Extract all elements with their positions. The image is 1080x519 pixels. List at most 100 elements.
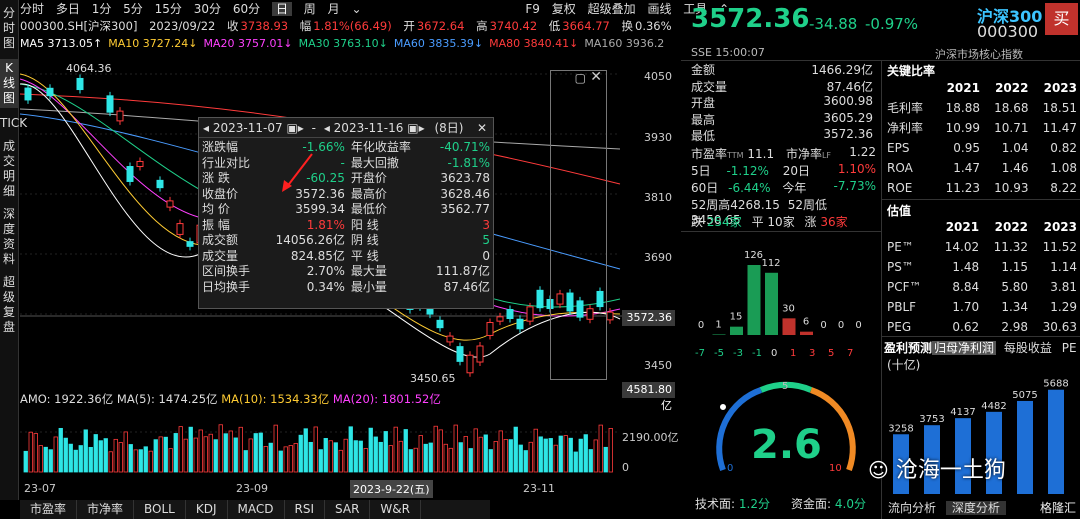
volume-bar: [523, 450, 528, 473]
close-icon[interactable]: ✕: [590, 69, 602, 85]
returns-line-2: 60日 -6.44% 今年 -7.73%: [691, 179, 876, 195]
volume-bar: [453, 424, 458, 473]
indicator-tab[interactable]: SAR: [325, 500, 371, 519]
volume-bar: [348, 426, 353, 473]
histogram-bar: [712, 334, 726, 335]
bar-date: 2023/09/22: [149, 19, 216, 33]
low-value: 3664.77: [562, 19, 610, 33]
period-tab[interactable]: 月: [328, 2, 340, 16]
forecast-value: 4482: [981, 401, 1006, 412]
volume-bar: [593, 439, 598, 473]
volume-bar: [88, 446, 93, 473]
draw-button[interactable]: 画线: [647, 2, 671, 16]
chevron-left-icon[interactable]: ◂: [203, 121, 209, 135]
trade-button[interactable]: 买: [1045, 3, 1078, 35]
ma-item: MA160 3936.2: [584, 37, 665, 50]
ma-item: MA60 3835.39↓: [393, 37, 484, 50]
forecast-tab-netprofit[interactable]: 归母净利润: [932, 341, 997, 355]
period-tab[interactable]: 分时: [20, 2, 44, 16]
histogram-label: -1: [752, 348, 762, 359]
stats-label: 振 幅: [202, 217, 230, 232]
stats-row: 成交额 14056.26亿阴 线 5: [199, 233, 493, 249]
volume-bar: [293, 443, 298, 473]
pct-change: -0.97%: [865, 15, 919, 33]
period-tab[interactable]: 多日: [56, 2, 80, 16]
stats-label: 开盘价: [350, 171, 387, 185]
chevron-left-icon[interactable]: ◂: [324, 121, 330, 135]
range-start[interactable]: 2023-11-07: [213, 121, 283, 135]
selection-frame[interactable]: ▢ ✕: [550, 69, 607, 380]
volume-bar: [518, 444, 523, 473]
forecast-tab-pe[interactable]: PE: [1062, 341, 1077, 355]
volume-bar: [328, 440, 333, 473]
tab-trades[interactable]: 成交明细: [0, 139, 18, 199]
chevron-right-icon[interactable]: ▸: [419, 121, 425, 135]
calendar-icon[interactable]: ▣: [286, 121, 297, 135]
period-tab[interactable]: 5分: [123, 2, 143, 16]
period-tab[interactable]: 60分: [233, 2, 260, 16]
indicator-tab[interactable]: 市净率: [77, 500, 135, 519]
candle: [506, 308, 514, 320]
volume-bar: [138, 449, 143, 473]
histogram-label: -3: [733, 348, 743, 359]
period-tab[interactable]: 30分: [194, 2, 221, 16]
f9-button[interactable]: F9: [525, 2, 540, 16]
stock-code: 000300.SH[沪深300]: [20, 19, 138, 33]
chg-label: 幅: [299, 19, 312, 33]
tab-tick[interactable]: TICK: [0, 116, 27, 131]
stats-label: 阴 线: [350, 233, 379, 247]
y-tick: 3810: [644, 191, 672, 204]
tab-depth[interactable]: 深度资料: [0, 207, 18, 267]
stats-label: 阳 线: [350, 217, 379, 232]
stat-value: 1466.29亿: [811, 63, 873, 77]
range-end[interactable]: 2023-11-16: [334, 121, 404, 135]
volume-bar: [108, 451, 113, 473]
ma-item: MA20 3757.01↓: [203, 37, 293, 50]
histogram-value: 0: [698, 320, 704, 331]
tab-fenshi[interactable]: 分时图: [0, 6, 18, 51]
tab-replay[interactable]: 超级复盘: [0, 275, 18, 335]
volume-bar: [363, 448, 368, 473]
high-value: 3740.42: [489, 19, 538, 33]
period-tab[interactable]: 1分: [92, 2, 112, 16]
volume-bar: [333, 442, 338, 473]
volume-bar: [38, 445, 43, 473]
volume-bar: [483, 434, 488, 473]
period-tab[interactable]: 周: [304, 2, 316, 16]
volume-bar: [608, 428, 613, 473]
period-tab[interactable]: 15分: [155, 2, 182, 16]
indicator-tab[interactable]: W&R: [370, 500, 421, 519]
indicator-tab[interactable]: RSI: [285, 500, 326, 519]
close-icon[interactable]: ✕: [477, 118, 487, 138]
tab-kline[interactable]: K线图: [0, 59, 18, 108]
chevron-right-icon[interactable]: ▸: [298, 121, 304, 135]
tech-score: 技术面: 1.2分: [695, 497, 770, 511]
volume-bar: [93, 434, 98, 473]
indicator-tab[interactable]: MACD: [228, 500, 285, 519]
restore-button[interactable]: 复权: [552, 2, 576, 16]
tab-deep[interactable]: 深度分析: [945, 501, 1006, 515]
indicator-tab[interactable]: BOLL: [134, 500, 186, 519]
volume-bar: [83, 429, 88, 473]
overlay-button[interactable]: 超级叠加: [588, 2, 636, 16]
indicator-tab[interactable]: KDJ: [186, 500, 228, 519]
year-header: 2023: [1043, 81, 1077, 95]
volume-chart[interactable]: [20, 392, 675, 480]
forecast-bar: [1048, 389, 1064, 494]
chevron-down-icon[interactable]: ⌄: [351, 2, 361, 16]
maximize-icon[interactable]: ▢: [575, 71, 586, 85]
ratio-value: 1.70: [952, 300, 980, 314]
ratio-value: 8.84: [952, 280, 980, 294]
calendar-icon[interactable]: ▣: [407, 121, 418, 135]
indicator-tab[interactable]: 市盈率: [20, 500, 78, 519]
year-header: [884, 78, 934, 98]
period-tab-day[interactable]: 日: [271, 2, 292, 16]
tab-flow[interactable]: 流向分析: [882, 501, 942, 515]
period-toolbar: 分时 多日 1分 5分 15分 30分 60分 日 周 月 ⌄ F9 复权 超级…: [20, 0, 729, 18]
forecast-tab-eps[interactable]: 每股收益: [1004, 341, 1052, 355]
bottom-right-tabs: 流向分析 深度分析 格隆汇: [882, 498, 1080, 519]
stats-value: 5: [482, 233, 490, 247]
volume-bar: [268, 442, 273, 473]
volume-bar: [28, 431, 33, 473]
volume-bar: [308, 441, 313, 473]
